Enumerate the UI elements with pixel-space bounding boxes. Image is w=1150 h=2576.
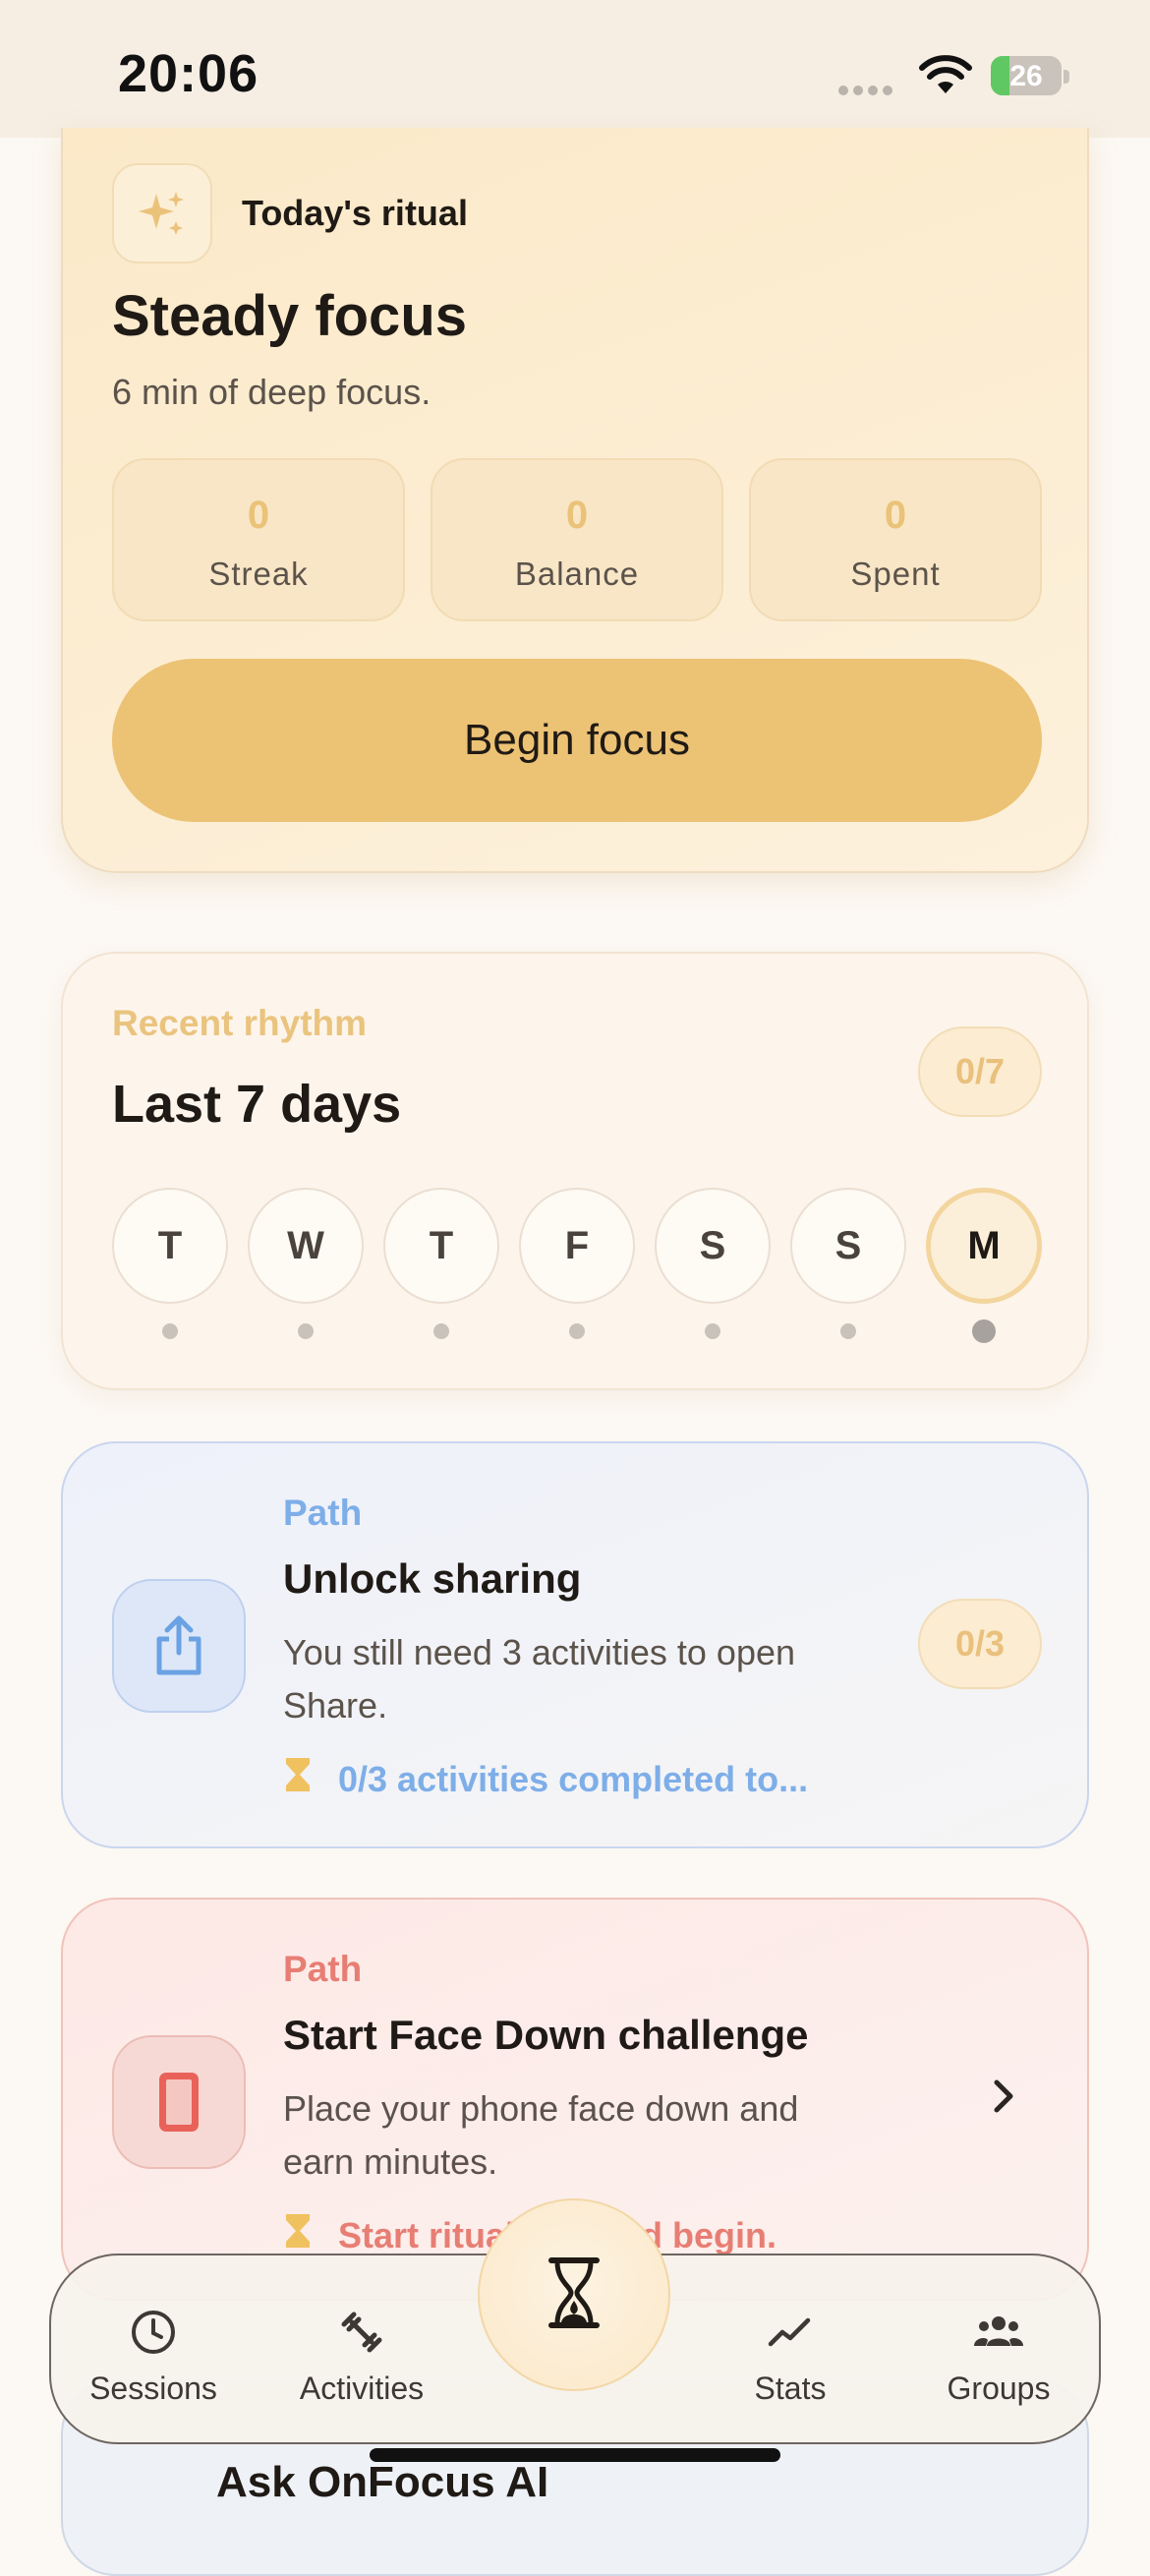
- day-dot: [433, 1323, 449, 1339]
- path-kicker: Path: [283, 1493, 363, 1533]
- todays-ritual-card: Today's ritual Steady focus 6 min of dee…: [61, 128, 1089, 873]
- day-dot: [705, 1323, 720, 1339]
- dumbbell-icon: [336, 2312, 387, 2362]
- day-dot-today: [972, 1319, 996, 1343]
- rhythm-kicker: Recent rhythm: [112, 1003, 368, 1043]
- day-saturday: S: [655, 1188, 771, 1304]
- tab-stats[interactable]: Stats: [692, 2307, 889, 2407]
- day-dot: [569, 1323, 585, 1339]
- tab-sessions[interactable]: Sessions: [55, 2307, 252, 2407]
- day-thursday: T: [383, 1188, 499, 1304]
- wifi-icon: [918, 54, 973, 97]
- share-icon: [112, 1579, 246, 1713]
- day-sunday: S: [790, 1188, 906, 1304]
- hourglass-icon: [283, 1756, 313, 1802]
- cellular-signal-icon: [838, 83, 897, 96]
- day-wednesday: W: [248, 1188, 364, 1304]
- recent-rhythm-card: Recent rhythm Last 7 days 0/7 T W T F S …: [61, 952, 1089, 1390]
- day-dot: [840, 1323, 856, 1339]
- stat-streak: 0 Streak: [112, 458, 405, 621]
- path-description: You still need 3 activities to open Shar…: [283, 1632, 796, 1726]
- status-time: 20:06: [118, 44, 259, 103]
- day-dot: [162, 1323, 178, 1339]
- battery-icon: 26: [991, 56, 1069, 97]
- home-indicator: [370, 2448, 780, 2462]
- rhythm-title: Last 7 days: [112, 1075, 402, 1134]
- ritual-subtitle: 6 min of deep focus.: [112, 372, 431, 412]
- path-count-badge: 0/3: [918, 1599, 1042, 1689]
- sparkles-icon: [112, 163, 212, 263]
- rhythm-count-badge: 0/7: [918, 1026, 1042, 1117]
- ritual-title: Steady focus: [112, 284, 467, 348]
- hourglass-icon: [283, 2212, 313, 2258]
- path-title: Unlock sharing: [283, 1555, 582, 1602]
- people-icon: [971, 2316, 1026, 2362]
- clock-icon: [128, 2311, 179, 2362]
- day-monday-today: M: [926, 1188, 1042, 1304]
- tab-activities[interactable]: Activities: [263, 2307, 460, 2407]
- ask-ai-title: Ask OnFocus AI: [216, 2458, 549, 2506]
- day-dot: [298, 1323, 314, 1339]
- hourglass-icon: [547, 2256, 601, 2333]
- stat-balance: 0 Balance: [431, 458, 723, 621]
- path-progress: 0/3 activities completed to...: [283, 1756, 808, 1802]
- stat-spent: 0 Spent: [749, 458, 1042, 621]
- day-friday: F: [519, 1188, 635, 1304]
- phone-icon: [112, 2035, 246, 2169]
- path-title: Start Face Down challenge: [283, 2012, 809, 2058]
- path-description: Place your phone face down and earn minu…: [283, 2088, 799, 2182]
- day-tuesday: T: [112, 1188, 228, 1304]
- path-kicker: Path: [283, 1949, 363, 1989]
- begin-focus-button[interactable]: Begin focus: [112, 659, 1042, 822]
- tab-focus-center-button[interactable]: [478, 2198, 670, 2391]
- path-unlock-sharing-card[interactable]: Path Unlock sharing You still need 3 act…: [61, 1441, 1089, 1848]
- tab-groups[interactable]: Groups: [900, 2307, 1097, 2407]
- chart-line-icon: [765, 2317, 816, 2362]
- ritual-kicker: Today's ritual: [242, 193, 468, 233]
- chevron-right-icon: [989, 2077, 1018, 2121]
